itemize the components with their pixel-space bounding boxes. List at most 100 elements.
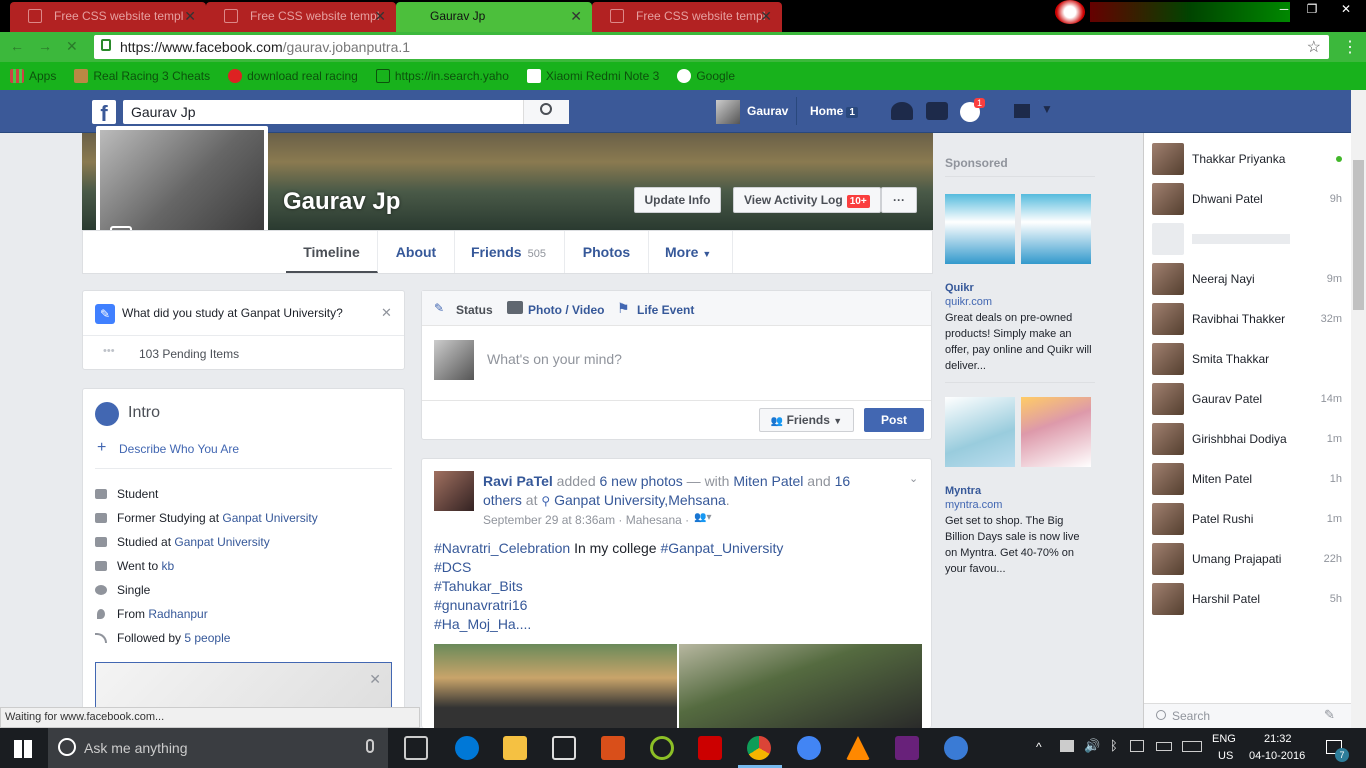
file-explorer-icon[interactable] [503, 736, 527, 760]
clock-date[interactable]: 04-10-2016 [1249, 750, 1305, 762]
bookmark-star-icon[interactable]: ☆ [1307, 37, 1321, 57]
messages-icon[interactable] [926, 102, 948, 120]
network-icon[interactable] [1130, 740, 1144, 752]
clock-time[interactable]: 21:32 [1264, 733, 1292, 745]
visual-studio-icon[interactable] [895, 736, 919, 760]
chat-contact[interactable]: Thakkar Priyanka [1152, 142, 1342, 176]
chat-contact[interactable]: Umang Prajapati 22h [1152, 542, 1342, 576]
close-icon[interactable]: ✕ [381, 305, 392, 321]
task-view-icon[interactable] [404, 736, 428, 760]
privacy-shortcuts-icon[interactable] [1014, 104, 1030, 118]
post-timestamp[interactable]: September 29 at 8:36am · Mahesana · [483, 513, 689, 527]
others-link[interactable]: others [483, 492, 522, 508]
volume-icon[interactable]: 🔊 [1084, 738, 1100, 754]
media-player-icon[interactable] [601, 736, 625, 760]
tagged-link[interactable]: Miten Patel [733, 473, 803, 489]
profile-link[interactable]: Gaurav [747, 104, 788, 118]
myntra-ad-image[interactable] [1021, 397, 1091, 467]
cortana-search-box[interactable]: Ask me anything [48, 728, 388, 768]
bookmark-item[interactable]: download real racing [228, 69, 358, 83]
forward-icon[interactable]: → [38, 38, 52, 54]
update-info-button[interactable]: Update Info [634, 187, 721, 213]
search-input[interactable]: Gaurav Jp [123, 100, 569, 124]
lenovo-icon[interactable] [698, 736, 722, 760]
hashtag-link[interactable]: #Ganpat_University [660, 540, 783, 556]
photos-link[interactable]: 6 new photos [600, 473, 683, 489]
windows-start-icon[interactable] [14, 740, 32, 758]
keyboard-icon[interactable] [1182, 741, 1202, 752]
locale-indicator[interactable]: US [1218, 750, 1233, 762]
tab-photos[interactable]: Photos [565, 231, 649, 273]
intro-link[interactable]: 5 people [184, 631, 230, 645]
chat-contact[interactable]: Dhwani Patel 9h [1152, 182, 1342, 216]
intro-link[interactable]: Radhanpur [148, 607, 207, 621]
google-earth-icon[interactable] [797, 736, 821, 760]
close-tab-icon[interactable]: ✕ [760, 8, 772, 25]
profile-name[interactable]: Gaurav Jp [283, 188, 400, 216]
post-menu-chevron-down-icon[interactable]: ⌄ [909, 472, 918, 485]
photo-video-tab[interactable]: Photo / Video [528, 303, 604, 317]
home-link[interactable]: Home 1 [810, 104, 858, 118]
chat-contact[interactable]: Ravibhai Thakker 32m [1152, 302, 1342, 336]
more-options-button[interactable]: ··· [881, 187, 917, 213]
chat-contact[interactable]: Girishbhai Dodiya 1m [1152, 422, 1342, 456]
close-icon[interactable]: ✕ [369, 671, 381, 688]
bookmark-item[interactable]: Xiaomi Redmi Note 3 [526, 69, 659, 83]
hashtag-link[interactable]: #DCS [434, 559, 471, 575]
chat-contact[interactable] [1152, 222, 1342, 256]
chat-contact[interactable]: Miten Patel 1h [1152, 462, 1342, 496]
pending-items-link[interactable]: 103 Pending Items [139, 347, 239, 361]
microphone-icon[interactable] [366, 739, 374, 753]
account-menu-chevron-down-icon[interactable]: ▼ [1041, 102, 1053, 116]
chat-contact[interactable]: Gaurav Patel 14m [1152, 382, 1342, 416]
url-field[interactable]: https://www.facebook.com/gaurav.jobanput… [94, 35, 1329, 59]
ad-url[interactable]: quikr.com [945, 296, 992, 308]
chevron-up-icon[interactable]: ^ [1036, 740, 1042, 754]
hashtag-link[interactable]: #Ha_Moj_Ha.... [434, 616, 531, 632]
ad-title-link[interactable]: Quikr [945, 282, 974, 294]
ad-url[interactable]: myntra.com [945, 499, 1002, 511]
chrome-icon[interactable] [747, 736, 771, 760]
post-button[interactable]: Post [864, 408, 924, 432]
post-author-link[interactable]: Ravi PaTel [483, 473, 553, 489]
browser-tab[interactable]: Free CSS website templ ✕ [592, 2, 782, 32]
back-icon[interactable]: ← [10, 38, 24, 54]
app-ring-icon[interactable] [650, 736, 674, 760]
tab-friends[interactable]: Friends 505 [455, 231, 565, 273]
browser-tab[interactable]: Free CSS website templ ✕ [206, 2, 396, 32]
maximize-icon[interactable]: ❐ [1298, 0, 1326, 20]
minimize-icon[interactable]: ─ [1270, 0, 1298, 20]
battery-icon[interactable] [1156, 742, 1172, 751]
tab-timeline[interactable]: Timeline [286, 231, 378, 273]
audience-selector[interactable]: 👥 Friends ▼ [759, 408, 854, 432]
friend-requests-icon[interactable] [891, 102, 913, 120]
life-event-tab[interactable]: Life Event [637, 303, 694, 317]
edge-icon[interactable] [455, 736, 479, 760]
browser-tab[interactable]: Free CSS website templ ✕ [10, 2, 206, 32]
bookmark-item[interactable]: Google [677, 69, 735, 83]
post-photo[interactable] [679, 644, 922, 729]
hashtag-link[interactable]: #gnunavratri16 [434, 597, 527, 613]
chat-contact[interactable]: Patel Rushi 1m [1152, 502, 1342, 536]
page-scrollbar[interactable] [1351, 90, 1366, 728]
chat-contact[interactable]: Neeraj Nayi 9m [1152, 262, 1342, 296]
paint-icon[interactable] [944, 736, 968, 760]
avatar[interactable] [434, 471, 474, 511]
study-question[interactable]: What did you study at Ganpat University? [122, 306, 343, 320]
close-window-icon[interactable]: ✕ [1326, 0, 1366, 20]
tab-more[interactable]: More ▼ [649, 231, 733, 273]
bluetooth-icon[interactable]: ᛒ [1110, 738, 1118, 753]
ad-title-link[interactable]: Myntra [945, 485, 981, 497]
close-tab-icon[interactable]: ✕ [374, 8, 386, 25]
hashtag-link[interactable]: #Navratri_Celebration [434, 540, 570, 556]
close-tab-icon[interactable]: ✕ [184, 8, 196, 25]
facebook-logo-icon[interactable]: f [92, 100, 116, 126]
bookmark-apps[interactable]: Apps [10, 69, 56, 83]
myntra-ad-image[interactable] [945, 397, 1015, 467]
chat-search-input[interactable]: Search ✎ [1144, 703, 1351, 728]
status-tab[interactable]: Status [456, 303, 493, 317]
chat-contact[interactable]: Harshil Patel 5h [1152, 582, 1342, 616]
avatar[interactable] [716, 100, 740, 124]
audience-friends-icon[interactable]: 👥▾ [694, 512, 711, 523]
menu-icon[interactable]: ⋮ [1342, 37, 1358, 57]
